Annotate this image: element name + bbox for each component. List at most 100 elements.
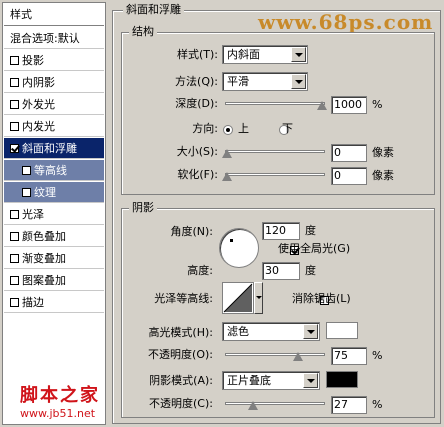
sidebar-item[interactable]: 投影 <box>4 50 104 71</box>
soften-input[interactable]: 0 <box>331 167 367 185</box>
panel-title: 斜面和浮雕 <box>123 3 184 17</box>
sidebar-item-checkbox[interactable] <box>10 100 19 109</box>
sidebar-item[interactable]: 内阴影 <box>4 72 104 93</box>
chevron-down-icon[interactable] <box>303 324 318 339</box>
shadow-mode-select[interactable]: 正片叠底 <box>222 371 320 390</box>
sidebar-item-label: 颜色叠加 <box>22 230 66 243</box>
soften-slider-track[interactable] <box>225 173 325 176</box>
depth-slider-track[interactable] <box>225 102 325 105</box>
depth-input[interactable]: 1000 <box>331 96 367 114</box>
sidebar-item[interactable]: 图案叠加 <box>4 270 104 291</box>
sidebar-item[interactable]: 纹理 <box>4 182 104 203</box>
sidebar-item-label: 纹理 <box>34 186 56 199</box>
sidebar-item[interactable]: 外发光 <box>4 94 104 115</box>
size-slider-track[interactable] <box>225 150 325 153</box>
sidebar-item-checkbox[interactable] <box>10 232 19 241</box>
size-slider-thumb[interactable] <box>222 149 232 158</box>
angle-dial-crosshair <box>230 239 233 242</box>
sidebar-item-label: 斜面和浮雕 <box>22 142 77 155</box>
shading-title: 阴影 <box>129 201 157 215</box>
sidebar-item-checkbox[interactable] <box>10 254 19 263</box>
style-label: 样式(T): <box>176 48 218 61</box>
shadow-mode-label: 阴影模式(A): <box>149 374 213 387</box>
sidebar-item-checkbox[interactable] <box>10 298 19 307</box>
direction-up-radio[interactable] <box>223 125 233 135</box>
highlight-opacity-label: 不透明度(O): <box>148 348 213 361</box>
antialias-label[interactable]: 消除锯齿(L) <box>292 290 351 308</box>
chevron-down-icon[interactable] <box>291 47 306 62</box>
sidebar-item-label: 混合选项:默认 <box>10 32 80 45</box>
highlight-mode-label: 高光模式(H): <box>148 326 213 339</box>
sidebar-item[interactable]: 混合选项:默认 <box>4 28 104 49</box>
sidebar-item[interactable]: 颜色叠加 <box>4 226 104 247</box>
sidebar-item-label: 光泽 <box>22 208 44 221</box>
altitude-unit: 度 <box>305 264 316 277</box>
sidebar-item-label: 描边 <box>22 296 44 309</box>
shadow-color-swatch[interactable] <box>326 371 358 388</box>
soften-unit: 像素 <box>372 169 394 182</box>
highlight-opacity-input[interactable]: 75 <box>331 347 367 365</box>
sidebar-item-checkbox[interactable] <box>10 210 19 219</box>
styles-list: 样式 混合选项:默认投影内阴影外发光内发光斜面和浮雕等高线纹理光泽颜色叠加渐变叠… <box>2 2 106 425</box>
angle-dial[interactable] <box>219 228 259 268</box>
sidebar-item-checkbox[interactable] <box>10 78 19 87</box>
highlight-color-swatch[interactable] <box>326 322 358 339</box>
angle-input[interactable]: 120 <box>262 222 300 240</box>
chevron-down-icon[interactable] <box>303 373 318 388</box>
technique-select[interactable]: 平滑 <box>222 72 308 91</box>
soften-slider-thumb[interactable] <box>222 172 232 181</box>
size-unit: 像素 <box>372 146 394 159</box>
sidebar-item[interactable]: 描边 <box>4 292 104 313</box>
sidebar-item[interactable]: 渐变叠加 <box>4 248 104 269</box>
shadow-opacity-thumb[interactable] <box>247 401 258 410</box>
direction-label: 方向: <box>192 122 218 135</box>
angle-unit: 度 <box>305 224 316 237</box>
gloss-contour-preview[interactable] <box>222 282 254 314</box>
angle-label: 角度(N): <box>170 225 213 238</box>
global-light-label[interactable]: 使用全局光(G) <box>278 240 350 258</box>
sidebar-item-label: 内阴影 <box>22 76 55 89</box>
gloss-contour-dropdown[interactable] <box>254 282 263 314</box>
shadow-opacity-input[interactable]: 27 <box>331 396 367 414</box>
shadow-opacity-track[interactable] <box>225 402 325 405</box>
chevron-down-icon <box>256 296 262 299</box>
size-input[interactable]: 0 <box>331 144 367 162</box>
highlight-opacity-track[interactable] <box>225 353 325 356</box>
highlight-opacity-thumb[interactable] <box>293 352 304 361</box>
watermark-url: www.jb51.net <box>20 407 96 420</box>
direction-up-label[interactable]: 上 <box>238 120 249 138</box>
styles-header[interactable]: 样式 <box>4 4 104 26</box>
sidebar-item-checkbox[interactable] <box>22 166 31 175</box>
sidebar-item[interactable]: 光泽 <box>4 204 104 225</box>
depth-slider-thumb[interactable] <box>317 101 327 110</box>
sidebar-item-checkbox[interactable] <box>10 276 19 285</box>
direction-down-label[interactable]: 下 <box>282 120 293 138</box>
structure-title: 结构 <box>129 25 157 39</box>
highlight-opacity-unit: % <box>372 349 383 362</box>
sidebar-item-label: 内发光 <box>22 120 55 133</box>
sidebar-item-label: 图案叠加 <box>22 274 66 287</box>
sidebar-item-label: 投影 <box>22 54 44 67</box>
depth-unit: % <box>372 98 383 111</box>
linear-contour-icon <box>223 283 253 313</box>
sidebar-item-checkbox[interactable] <box>10 56 19 65</box>
sidebar-item-label: 外发光 <box>22 98 55 111</box>
shadow-opacity-unit: % <box>372 398 383 411</box>
altitude-input[interactable]: 30 <box>262 262 300 280</box>
sidebar-item-checkbox[interactable] <box>10 122 19 131</box>
sidebar-item-checkbox[interactable] <box>22 188 31 197</box>
sidebar-item-label: 等高线 <box>34 164 67 177</box>
sidebar-item[interactable]: 等高线 <box>4 160 104 181</box>
sidebar-item-checkbox[interactable] <box>10 144 19 153</box>
shadow-opacity-label: 不透明度(C): <box>149 397 213 410</box>
highlight-mode-select[interactable]: 滤色 <box>222 322 320 341</box>
style-select[interactable]: 内斜面 <box>222 45 308 64</box>
sidebar-item[interactable]: 斜面和浮雕 <box>4 138 104 159</box>
technique-label: 方法(Q): <box>175 75 218 88</box>
watermark-brand: 脚本之家 <box>20 385 100 406</box>
altitude-label: 高度: <box>187 264 213 277</box>
chevron-down-icon[interactable] <box>291 74 306 89</box>
shadow-mode-value: 正片叠底 <box>227 374 271 387</box>
sidebar-item-label: 渐变叠加 <box>22 252 66 265</box>
sidebar-item[interactable]: 内发光 <box>4 116 104 137</box>
